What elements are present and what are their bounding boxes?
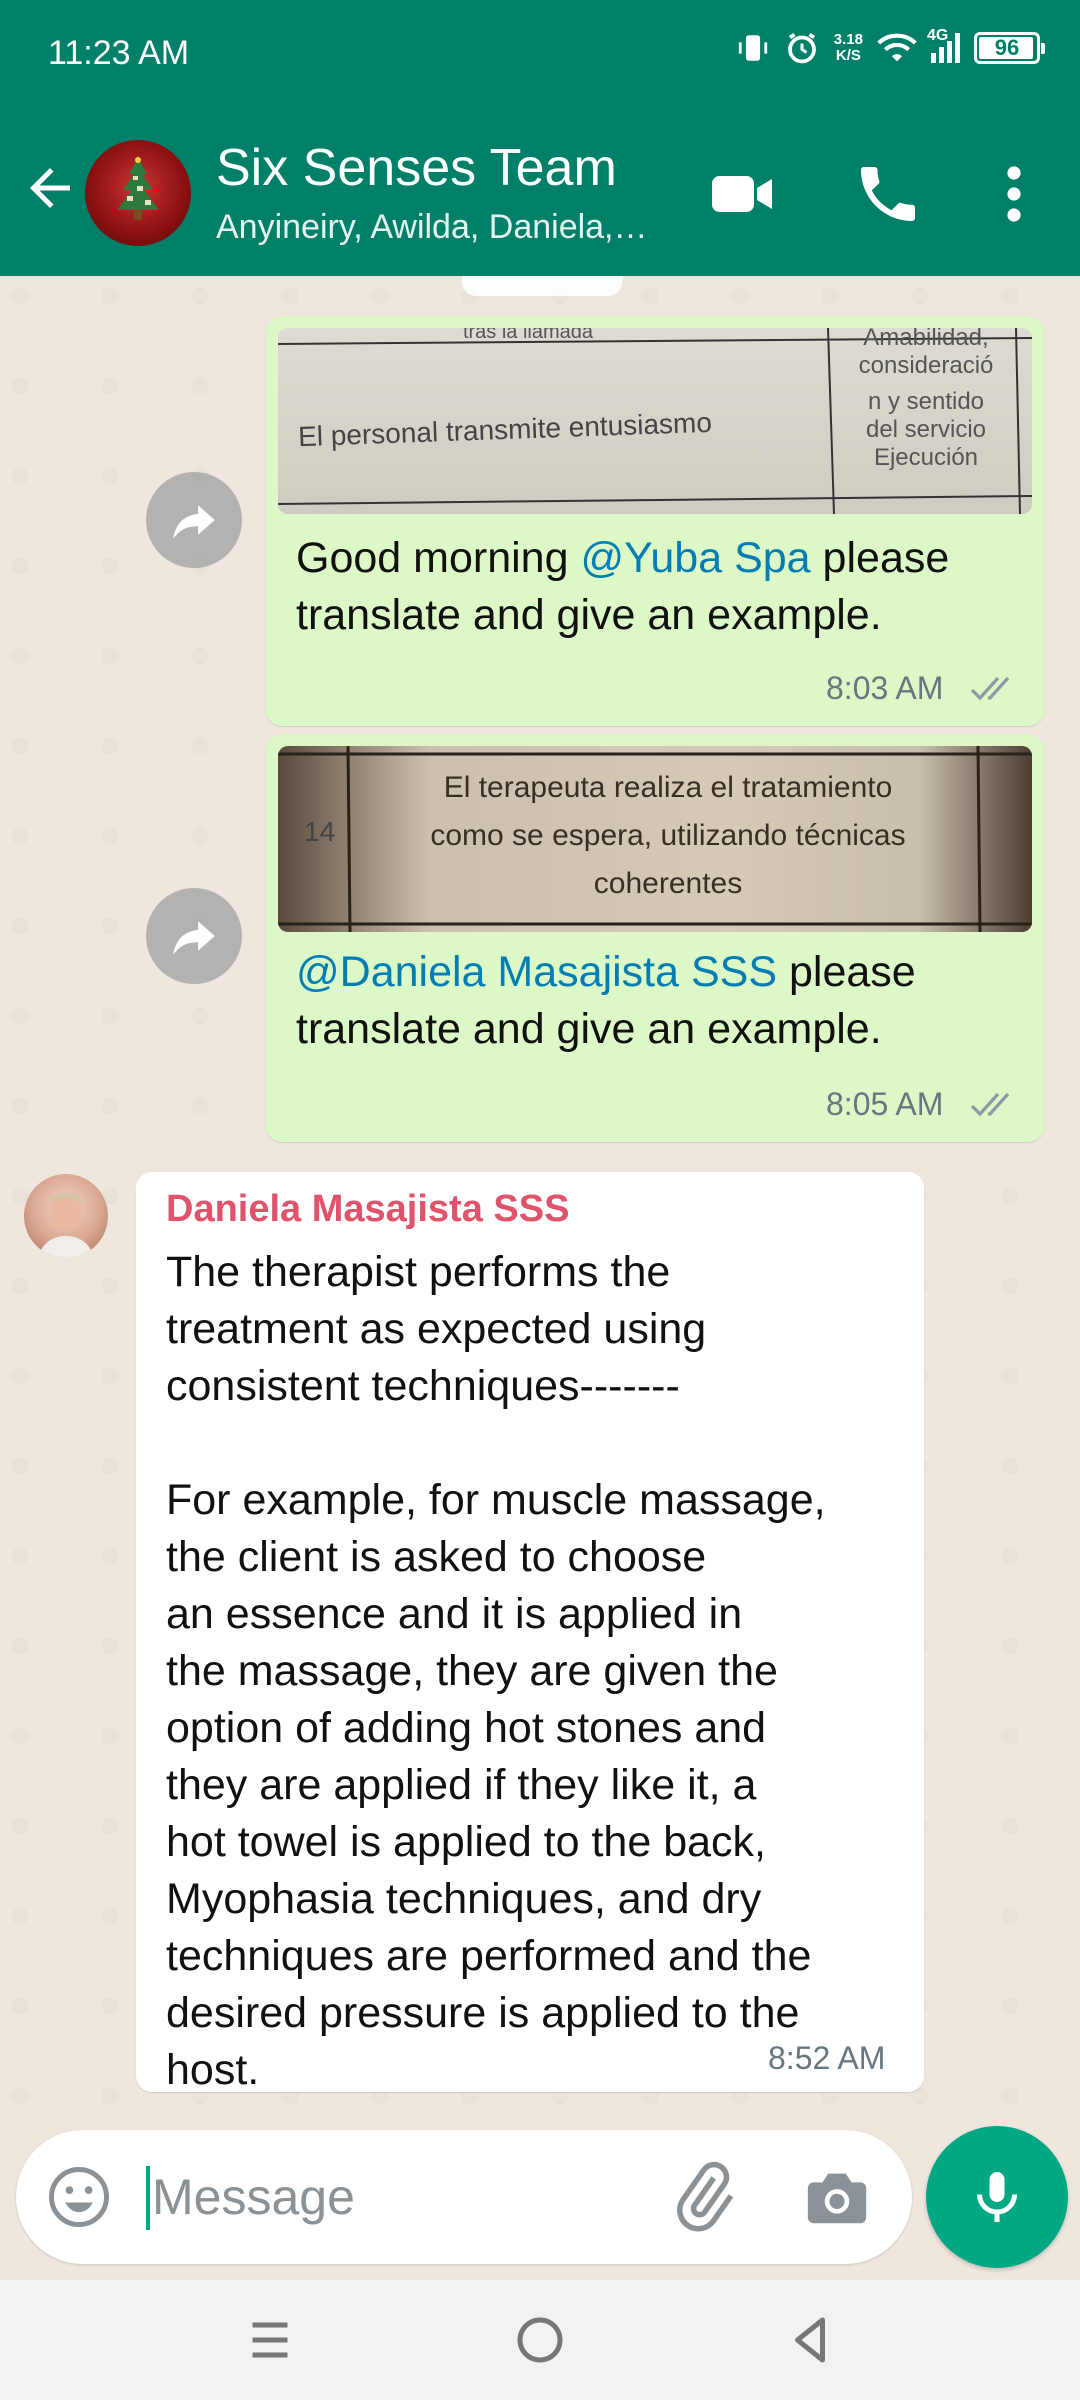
image-side-line: del servicio xyxy=(865,416,987,443)
sender-avatar[interactable] xyxy=(24,1174,108,1258)
read-receipt-icon xyxy=(970,676,1010,701)
message-line: host. xyxy=(166,2046,260,2094)
text-caret xyxy=(146,2166,150,2230)
read-receipt-icon xyxy=(970,1092,1010,1117)
message-image[interactable]: 14 El terapeuta realiza el tratamiento c… xyxy=(278,746,1032,932)
image-row-number: 14 xyxy=(304,816,336,847)
christmas-tree-image xyxy=(117,157,159,220)
network-type: 4G xyxy=(927,27,949,44)
forward-icon xyxy=(173,505,215,539)
message-text-prefix: Good morning xyxy=(296,534,581,582)
message-line: the client is asked to choose xyxy=(166,1533,707,1581)
image-row-text-block: El terapeuta realiza el tratamiento como… xyxy=(358,764,978,908)
status-bar: 11:23 AM 3.18 K/S 4G 96 xyxy=(0,0,1080,108)
group-avatar[interactable] xyxy=(85,140,191,246)
net-speed-value: 3.18 xyxy=(833,31,863,48)
back-arrow-icon[interactable] xyxy=(20,158,80,218)
message-time: 8:05 AM xyxy=(826,1086,944,1122)
network-speed: 3.18 K/S xyxy=(834,32,863,64)
image-row-line: como se espera, utilizando técnicas xyxy=(430,819,906,852)
message-image[interactable]: El personal transmite entusiasmo tras la… xyxy=(278,328,1032,514)
more-vert-icon[interactable] xyxy=(978,158,1050,230)
status-icons: 3.18 K/S 4G 96 xyxy=(736,27,1045,66)
date-pill xyxy=(462,276,622,296)
chat-participants[interactable]: Anyineiry, Awilda, Daniela,… xyxy=(216,208,676,247)
vibrate-icon xyxy=(738,35,767,61)
message-line: consistent techniques------- xyxy=(166,1362,680,1410)
message-line: Good morning @Yuba Spa please xyxy=(296,530,949,587)
image-side-line: Ejecución xyxy=(873,444,979,471)
menu-nav-icon[interactable] xyxy=(240,2310,300,2370)
emoji-icon[interactable] xyxy=(46,2164,112,2230)
message-line: For example, for muscle massage, xyxy=(166,1476,826,1524)
chat-header: Six Senses Team Anyineiry, Awilda, Danie… xyxy=(0,108,1080,276)
mention-link[interactable]: @Daniela Masajista SSS xyxy=(296,948,777,996)
message-bubble-outgoing[interactable]: El personal transmite entusiasmo tras la… xyxy=(266,316,1044,726)
forward-icon xyxy=(173,921,215,955)
mention-link[interactable]: @Yuba Spa xyxy=(580,534,810,582)
message-text-suffix: please xyxy=(810,534,950,582)
message-line: translate and give an example. xyxy=(296,591,882,639)
image-side-line: consideració xyxy=(858,352,994,379)
document-photo: 14 El terapeuta realiza el tratamiento c… xyxy=(278,746,1032,932)
message-line xyxy=(166,1415,826,1472)
back-nav-icon[interactable] xyxy=(780,2310,840,2370)
message-line: techniques are performed and the xyxy=(166,1932,812,1980)
message-line: translate and give an example. xyxy=(296,1005,882,1053)
message-line: hot towel is applied to the back, xyxy=(166,1818,766,1866)
message-line: option of adding hot stones and xyxy=(166,1704,767,1752)
attach-icon[interactable] xyxy=(666,2160,740,2234)
message-text-suffix: please xyxy=(777,948,916,996)
chat-title[interactable]: Six Senses Team xyxy=(216,138,617,198)
message-text: @Daniela Masajista SSS please translate … xyxy=(296,944,916,1058)
image-side-line: n y sentido xyxy=(867,388,985,415)
alarm-icon xyxy=(787,32,816,64)
message-bubble-incoming[interactable]: Daniela Masajista SSS The therapist perf… xyxy=(136,1172,924,2094)
image-row-line: coherentes xyxy=(593,867,743,900)
image-top-text: tras la llamada xyxy=(462,328,594,343)
camera-icon[interactable] xyxy=(802,2162,872,2232)
message-line: treatment as expected using xyxy=(166,1305,707,1353)
document-photo: El personal transmite entusiasmo tras la… xyxy=(278,328,1032,514)
message-input[interactable] xyxy=(152,2160,632,2234)
message-text: Good morning @Yuba Spa please translate … xyxy=(296,530,949,644)
message-line: desired pressure is applied to the xyxy=(166,1989,800,2037)
person-photo xyxy=(38,1193,94,1258)
message-bubble-outgoing[interactable]: 14 El terapeuta realiza el tratamiento c… xyxy=(266,734,1044,1142)
mic-button[interactable] xyxy=(926,2126,1068,2268)
message-time: 8:52 AM xyxy=(768,2040,886,2076)
message-list[interactable]: El personal transmite entusiasmo tras la… xyxy=(0,276,1080,2112)
phone-call-icon[interactable] xyxy=(852,158,924,230)
signal-icon: 4G xyxy=(927,27,960,63)
net-speed-unit: K/S xyxy=(835,47,861,64)
image-side-column: Amabilidad, consideració n y sentido del… xyxy=(834,328,1018,472)
message-composer xyxy=(16,2130,912,2264)
battery-level: 96 xyxy=(994,35,1020,60)
message-line: @Daniela Masajista SSS please xyxy=(296,944,916,1001)
forward-button[interactable] xyxy=(146,472,242,568)
mic-icon xyxy=(977,2172,1017,2222)
message-time: 8:03 AM xyxy=(826,670,944,706)
message-line: they are applied if they like it, a xyxy=(166,1761,757,1809)
message-line: an essence and it is applied in xyxy=(166,1590,743,1638)
message-text: The therapist performs the treatment as … xyxy=(166,1244,826,2099)
video-call-icon[interactable] xyxy=(706,158,778,230)
sender-name[interactable]: Daniela Masajista SSS xyxy=(166,1188,569,1231)
battery-indicator: 96 xyxy=(974,32,1045,64)
message-line: the massage, they are given the xyxy=(166,1647,778,1695)
forward-button[interactable] xyxy=(146,888,242,984)
system-nav-bar xyxy=(0,2280,1080,2400)
message-line: The therapist performs the xyxy=(166,1248,671,1296)
home-nav-icon[interactable] xyxy=(510,2310,570,2370)
image-row-line: El terapeuta realiza el tratamiento xyxy=(443,771,893,804)
message-line: Myophasia techniques, and dry xyxy=(166,1875,762,1923)
image-side-line: Amabilidad, xyxy=(863,328,989,351)
wifi-icon xyxy=(877,33,917,62)
status-time: 11:23 AM xyxy=(48,34,190,72)
